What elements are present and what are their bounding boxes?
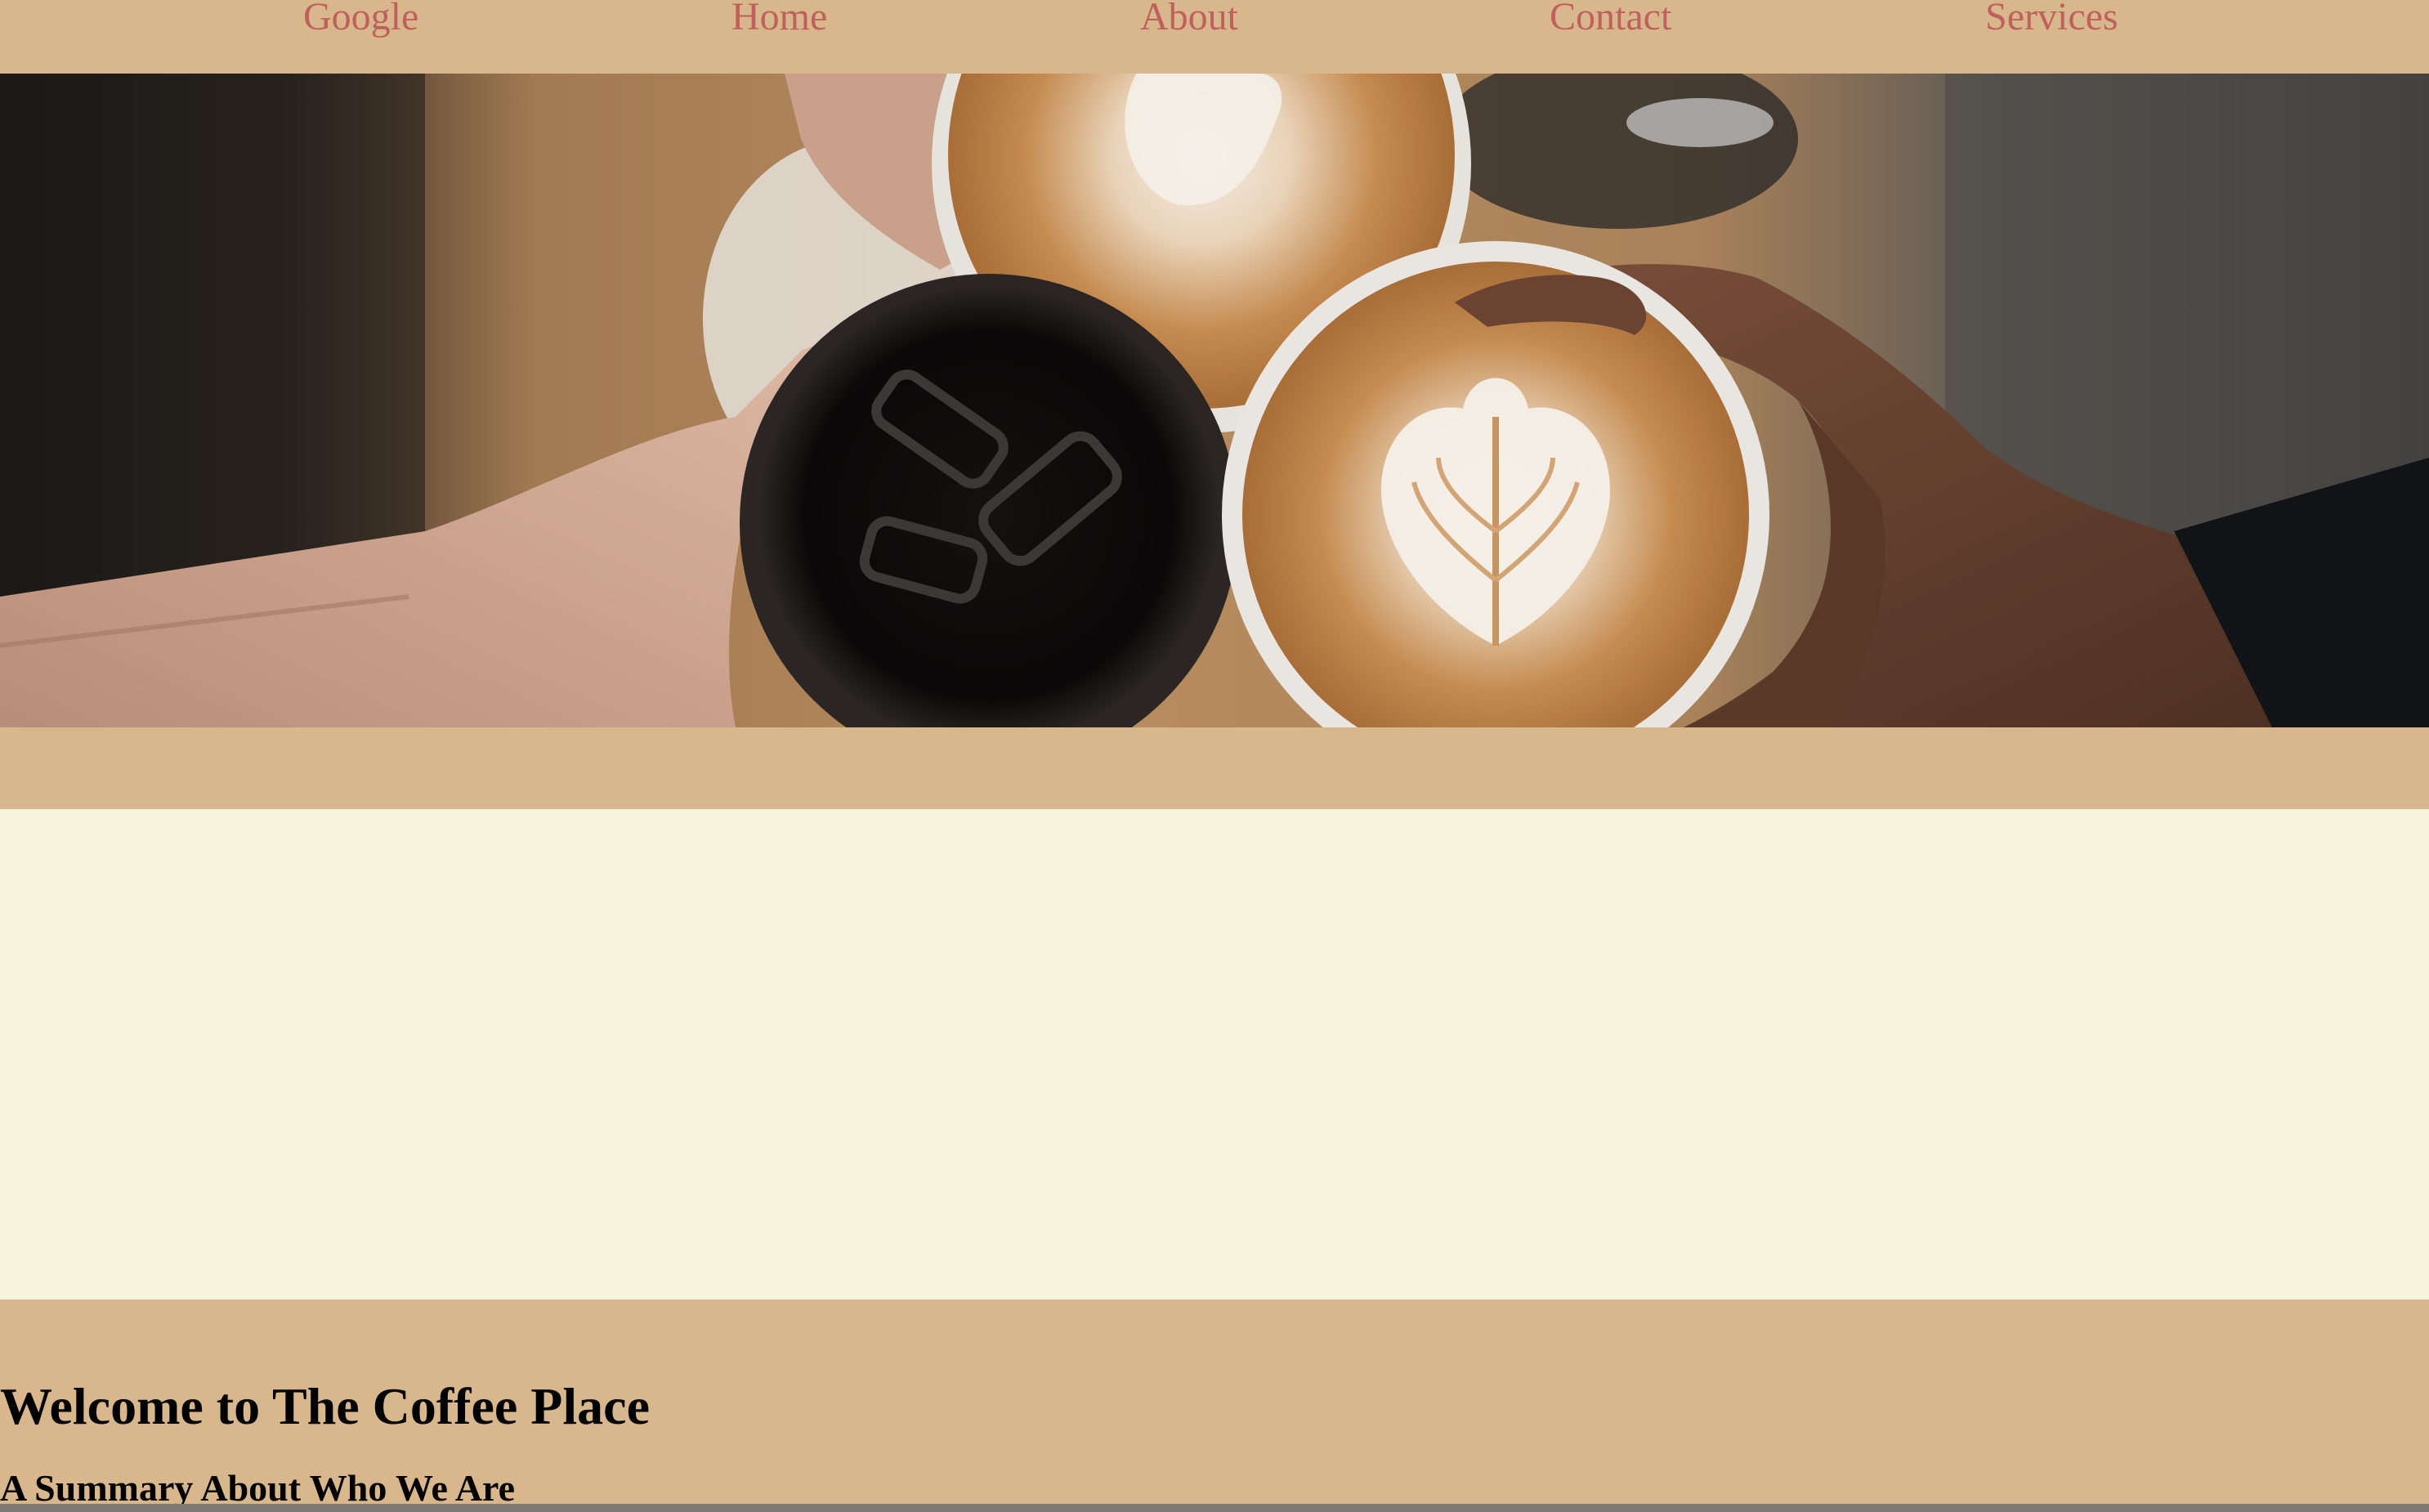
page: Google Home About Contact Services Welco… — [0, 0, 2429, 1512]
top-nav: Google Home About Contact Services — [0, 0, 2429, 74]
nav-link-about[interactable]: About — [1140, 0, 1238, 46]
content-panel — [0, 809, 2429, 1300]
nav-link-services[interactable]: Services — [1985, 0, 2118, 46]
window-bottom-edge — [0, 1504, 2429, 1512]
hero-coffee-photo — [0, 74, 2429, 727]
nav-link-contact[interactable]: Contact — [1550, 0, 1671, 46]
nav-link-home[interactable]: Home — [731, 0, 827, 46]
hero-bottom-band — [0, 727, 2429, 809]
welcome-heading: Welcome to The Coffee Place — [0, 1377, 650, 1435]
hero-image — [0, 74, 2429, 727]
nav-link-google[interactable]: Google — [303, 0, 418, 46]
